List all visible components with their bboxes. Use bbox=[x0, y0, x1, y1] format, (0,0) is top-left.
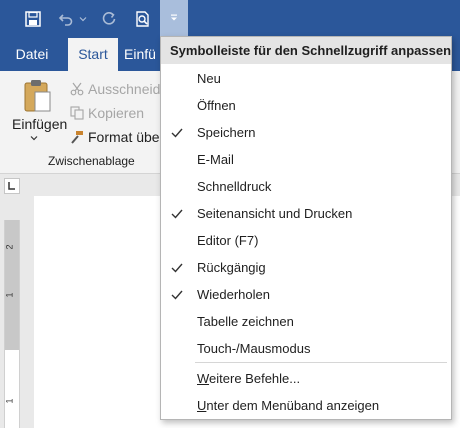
scissors-icon bbox=[70, 82, 84, 96]
menu-header: Symbolleiste für den Schnellzugriff anpa… bbox=[161, 37, 451, 64]
menu-item-editor[interactable]: Editor (F7) bbox=[161, 227, 451, 254]
menu-item-neu[interactable]: Neu bbox=[161, 65, 451, 92]
vertical-ruler: 2 1 1 bbox=[4, 220, 20, 428]
tab-einfuegen[interactable]: Einfü bbox=[124, 38, 164, 71]
paste-icon-wrap[interactable] bbox=[22, 79, 52, 113]
checkmark-icon bbox=[169, 254, 185, 281]
paste-icon bbox=[24, 80, 51, 112]
checkmark-icon bbox=[169, 119, 185, 146]
format-painter-icon bbox=[71, 131, 83, 144]
menu-item-rueckgaengig[interactable]: Rückgängig bbox=[161, 254, 451, 281]
menu-separator bbox=[195, 362, 447, 363]
redo-button[interactable] bbox=[98, 0, 120, 38]
menu-item-label: E-Mail bbox=[197, 152, 234, 167]
menu-item-label: Öffnen bbox=[197, 98, 236, 113]
format-painter-label: Format über bbox=[88, 129, 165, 145]
undo-dropdown-button[interactable] bbox=[76, 0, 90, 38]
menu-item-schnelldruck[interactable]: Schnelldruck bbox=[161, 173, 451, 200]
paste-dropdown[interactable] bbox=[30, 134, 38, 142]
copy-label: Kopieren bbox=[88, 105, 145, 121]
paste-button[interactable]: Einfügen bbox=[12, 116, 67, 132]
menu-item-label: Touch-/Mausmodus bbox=[197, 341, 311, 356]
left-tab-stop-icon bbox=[8, 182, 15, 190]
menu-item-weitere-befehle[interactable]: Weitere Befehle... bbox=[161, 365, 451, 392]
customize-qat-menu: Symbolleiste für den Schnellzugriff anpa… bbox=[160, 36, 452, 420]
menu-item-label: Schnelldruck bbox=[197, 179, 272, 194]
menu-item-label: Rückgängig bbox=[197, 260, 266, 275]
undo-button[interactable] bbox=[56, 0, 76, 38]
cut-button[interactable]: Ausschneide bbox=[70, 81, 168, 97]
clipboard-group-label: Zwischenablage bbox=[48, 154, 135, 168]
checkmark-icon bbox=[169, 281, 185, 308]
menu-item-label: Tabelle zeichnen bbox=[197, 314, 294, 329]
menu-item-email[interactable]: E-Mail bbox=[161, 146, 451, 173]
save-button[interactable] bbox=[20, 0, 46, 38]
checkmark-icon bbox=[169, 200, 185, 227]
menu-item-wiederholen[interactable]: Wiederholen bbox=[161, 281, 451, 308]
print-preview-button[interactable] bbox=[130, 0, 156, 38]
menu-item-touch-mausmodus[interactable]: Touch-/Mausmodus bbox=[161, 335, 451, 362]
format-painter-button[interactable]: Format über bbox=[70, 129, 164, 145]
ruler-number: 2 bbox=[4, 244, 15, 250]
copy-button[interactable]: Kopieren bbox=[70, 105, 144, 121]
tab-selector[interactable] bbox=[4, 178, 20, 194]
menu-item-label: Neu bbox=[197, 71, 221, 86]
menu-item-label: Weitere Befehle... bbox=[197, 371, 301, 386]
menu-item-seitenansicht[interactable]: Seitenansicht und Drucken bbox=[161, 200, 451, 227]
chevron-down-icon bbox=[30, 136, 38, 141]
menu-item-oeffnen[interactable]: Öffnen bbox=[161, 92, 451, 119]
save-icon bbox=[25, 11, 41, 27]
cut-label: Ausschneide bbox=[88, 81, 169, 97]
print-preview-icon bbox=[136, 11, 149, 27]
menu-item-unter-menueband[interactable]: Unter dem Menüband anzeigen bbox=[161, 392, 451, 419]
menu-item-label: Unter dem Menüband anzeigen bbox=[197, 398, 380, 413]
customize-dropdown-icon bbox=[171, 14, 177, 21]
customize-qat-button[interactable] bbox=[160, 0, 188, 36]
tab-datei[interactable]: Datei bbox=[6, 38, 58, 71]
menu-item-label: Editor (F7) bbox=[197, 233, 259, 248]
ruler-number: 1 bbox=[4, 398, 15, 404]
vertical-ruler-margin bbox=[5, 220, 19, 350]
title-bar bbox=[0, 0, 460, 38]
ruler-number: 1 bbox=[4, 292, 15, 298]
menu-item-speichern[interactable]: Speichern bbox=[161, 119, 451, 146]
chevron-down-icon bbox=[79, 17, 87, 22]
menu-item-label: Wiederholen bbox=[197, 287, 270, 302]
menu-item-tabelle-zeichnen[interactable]: Tabelle zeichnen bbox=[161, 308, 451, 335]
copy-icon bbox=[70, 106, 84, 120]
redo-icon bbox=[102, 12, 116, 25]
menu-item-label: Speichern bbox=[197, 125, 256, 140]
tab-start[interactable]: Start bbox=[68, 38, 118, 71]
menu-item-label: Seitenansicht und Drucken bbox=[197, 206, 353, 221]
undo-icon bbox=[58, 14, 73, 26]
